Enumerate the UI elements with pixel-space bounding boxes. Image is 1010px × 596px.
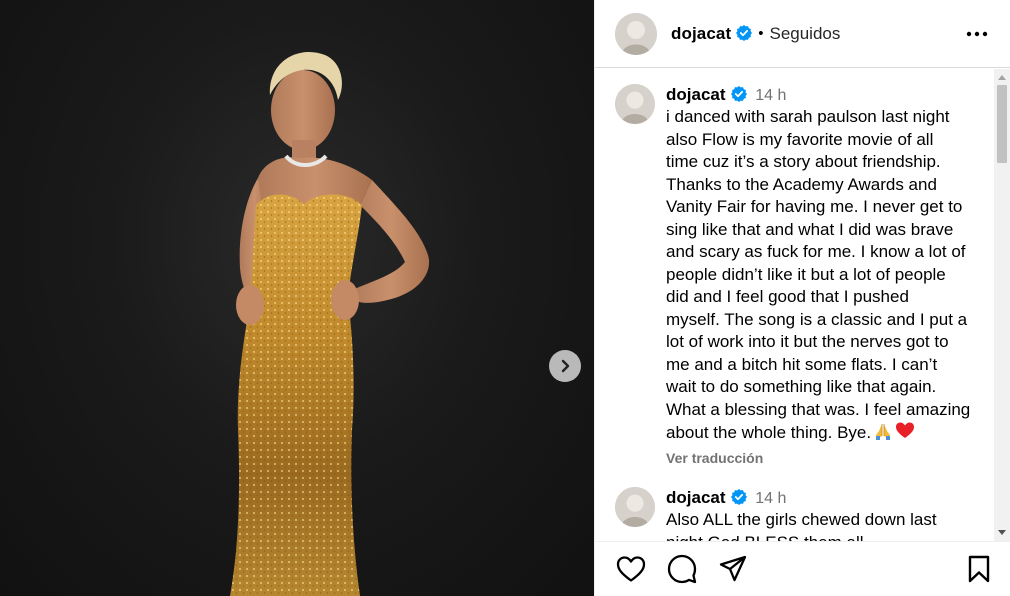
comments-list[interactable]: dojacat 14 h i danced with sarah paulson… <box>595 69 1010 541</box>
post-side-panel: dojacat • Seguidos dojacat 14 h i danced… <box>594 0 1010 596</box>
share-button[interactable] <box>717 553 749 585</box>
chevron-right-icon <box>561 359 570 373</box>
verified-badge-icon <box>736 24 753 41</box>
verified-badge-icon <box>730 489 747 505</box>
comment-text: Also ALL the girls chewed down last nigh… <box>666 510 937 541</box>
bookmark-icon <box>968 555 990 583</box>
caption-meta: dojacat 14 h <box>666 84 986 106</box>
avatar-image <box>615 12 657 55</box>
avatar-image <box>615 84 655 124</box>
avatar[interactable] <box>615 487 655 527</box>
send-icon <box>719 555 747 582</box>
praying-hands-emoji <box>873 421 893 448</box>
verified-badge-icon <box>730 86 747 102</box>
caption-text: i danced with sarah paulson last night a… <box>666 107 971 442</box>
comments-scrollbar[interactable] <box>994 69 1010 541</box>
header-separator: • <box>758 25 764 42</box>
header-username[interactable]: dojacat <box>671 24 753 44</box>
comment-icon <box>667 554 697 584</box>
scroll-thumb[interactable] <box>997 85 1007 163</box>
comment-time[interactable]: 14 h <box>755 490 786 507</box>
heart-icon <box>616 556 646 582</box>
post-media[interactable] <box>0 0 594 596</box>
comment-button[interactable] <box>666 553 698 585</box>
instagram-post: dojacat • Seguidos dojacat 14 h i danced… <box>0 0 1010 596</box>
more-options-icon <box>966 31 988 37</box>
more-options-button[interactable] <box>965 22 989 46</box>
scroll-up-arrow[interactable] <box>998 75 1006 80</box>
caption-body: dojacat 14 h i danced with sarah paulson… <box>666 84 986 466</box>
caption-text-block: i danced with sarah paulson last night a… <box>666 106 986 448</box>
like-button[interactable] <box>615 553 647 585</box>
following-button[interactable]: Seguidos <box>769 24 840 44</box>
avatar[interactable] <box>615 84 655 124</box>
post-photo <box>230 51 430 596</box>
see-translation-link[interactable]: Ver traducción <box>666 450 986 466</box>
post-header: dojacat • Seguidos <box>595 0 1010 68</box>
scroll-down-arrow[interactable] <box>998 530 1006 535</box>
next-image-button[interactable] <box>549 350 581 382</box>
save-button[interactable] <box>963 553 995 585</box>
caption-time[interactable]: 14 h <box>755 87 786 104</box>
avatar[interactable] <box>615 12 657 55</box>
avatar-image <box>615 487 655 527</box>
comment-meta: dojacat 14 h <box>666 487 986 509</box>
header-username-text[interactable]: dojacat <box>671 24 731 43</box>
comment-body: dojacat 14 h Also ALL the girls chewed d… <box>666 487 986 541</box>
red-heart-emoji <box>895 421 915 448</box>
caption-username[interactable]: dojacat <box>666 85 726 104</box>
action-bar <box>595 541 1010 596</box>
comment-username[interactable]: dojacat <box>666 488 726 507</box>
